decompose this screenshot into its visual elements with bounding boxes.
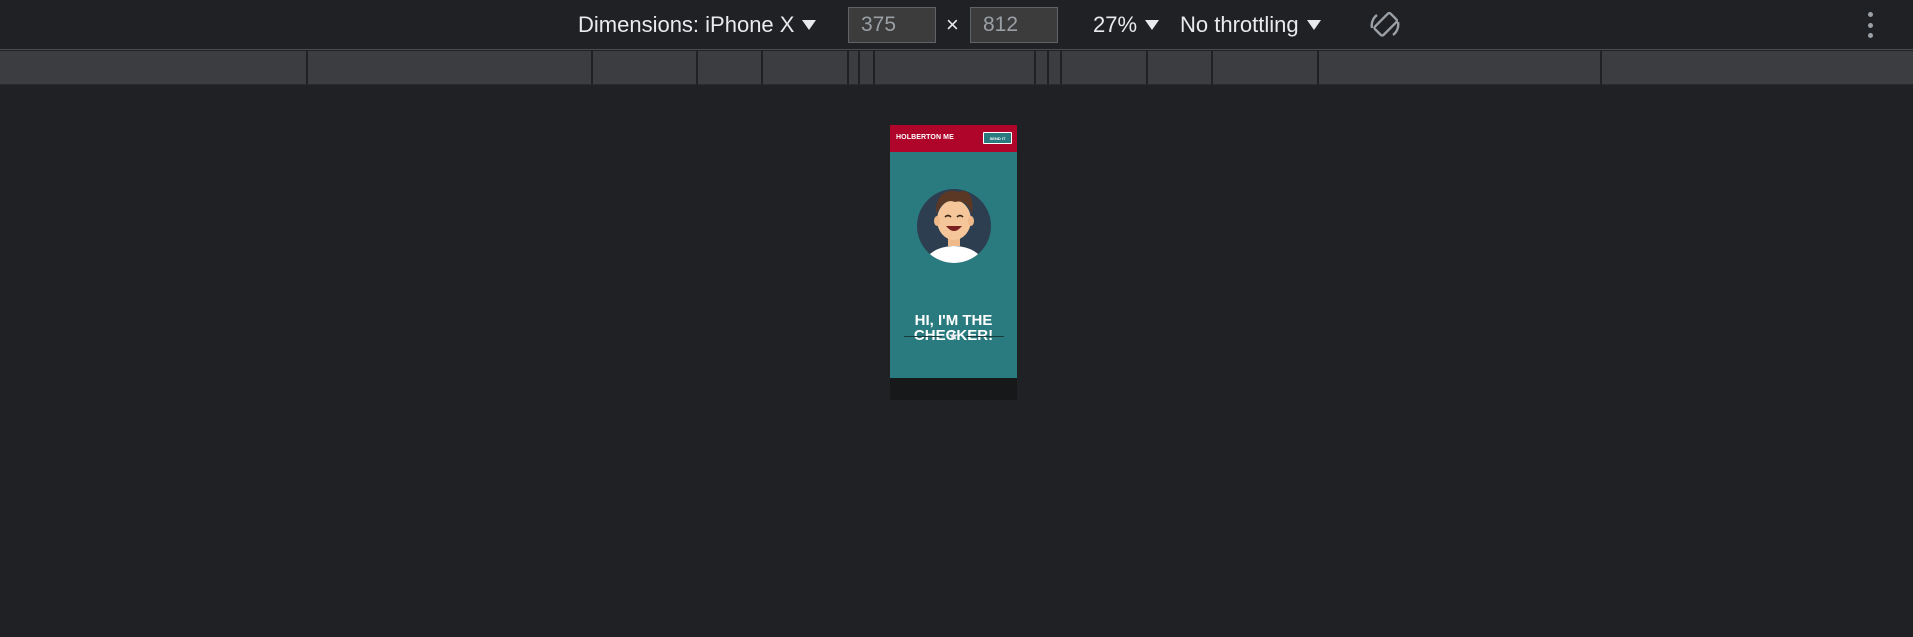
ruler-divider [306, 51, 308, 85]
ruler-divider [761, 51, 763, 85]
ruler-divider [1146, 51, 1148, 85]
device-toolbar: Dimensions: iPhone X 375 × 812 27% No th… [0, 0, 1913, 50]
header-button[interactable]: SEND IT [983, 132, 1012, 144]
more-vert-icon[interactable] [1862, 12, 1878, 38]
site-header: HOLBERTON ME SEND IT [890, 125, 1017, 152]
caret-down-icon [802, 20, 817, 30]
width-input[interactable]: 375 [848, 7, 936, 43]
ruler-divider [1060, 51, 1062, 85]
device-viewport[interactable]: HOLBERTON ME SEND IT HI, I'M THE CHECKER… [890, 125, 1017, 400]
rotate-icon[interactable] [1368, 8, 1402, 42]
ruler-divider [873, 51, 875, 85]
ruler-divider [1600, 51, 1602, 85]
hero-section: HI, I'M THE CHECKER! ★ [890, 152, 1017, 378]
divider-line [904, 336, 942, 337]
dimensions-label: Dimensions: iPhone X [578, 12, 795, 37]
zoom-dropdown[interactable]: 27% [1093, 0, 1160, 50]
hero-title-line: HI, I'M THE [914, 312, 993, 329]
throttling-label: No throttling [1180, 12, 1299, 37]
dimension-separator: × [946, 12, 959, 37]
ruler-divider [1317, 51, 1319, 85]
throttling-dropdown[interactable]: No throttling [1180, 0, 1321, 50]
caret-down-icon [1306, 20, 1321, 30]
ruler-divider [1034, 51, 1036, 85]
site-title[interactable]: HOLBERTON ME [896, 134, 954, 141]
ruler-divider [591, 51, 593, 85]
ruler-divider [1047, 51, 1049, 85]
ruler-divider [1211, 51, 1213, 85]
page-bottom [890, 378, 1017, 400]
ruler-divider [696, 51, 698, 85]
star-icon: ★ [948, 329, 959, 343]
star-divider: ★ [904, 329, 1004, 343]
ruler-divider [858, 51, 860, 85]
divider-line [966, 336, 1004, 337]
media-query-bar[interactable] [0, 51, 1913, 85]
zoom-label: 27% [1093, 12, 1138, 37]
avatar [917, 189, 991, 263]
dimensions-dropdown[interactable]: Dimensions: iPhone X [578, 0, 817, 50]
height-input[interactable]: 812 [970, 7, 1058, 43]
caret-down-icon [1145, 20, 1160, 30]
ruler-divider [847, 51, 849, 85]
